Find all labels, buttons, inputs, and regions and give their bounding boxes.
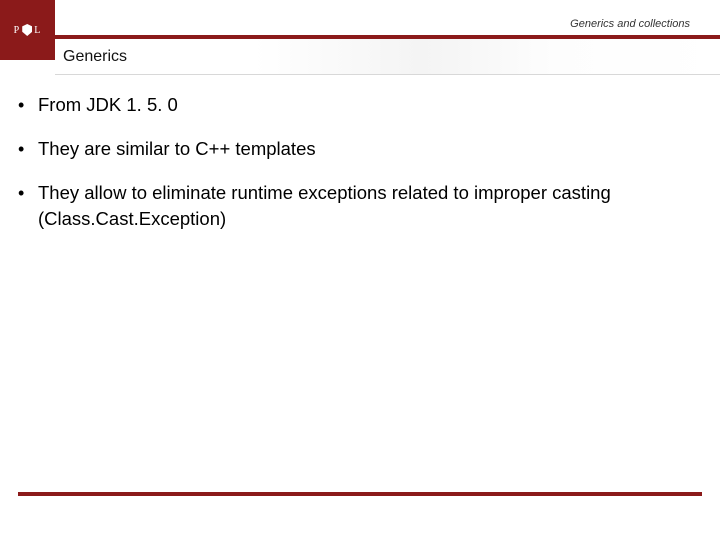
university-logo: P L xyxy=(0,0,55,60)
footer-rule xyxy=(18,492,702,496)
bullet-text: They are similar to C++ templates xyxy=(38,136,316,162)
list-item: • From JDK 1. 5. 0 xyxy=(18,92,710,118)
content: • From JDK 1. 5. 0 • They are similar to… xyxy=(18,92,710,250)
logo-letter-left: P xyxy=(14,25,21,36)
logo-inner: P L xyxy=(14,24,42,36)
logo-letter-right: L xyxy=(34,25,41,36)
bullet-icon: • xyxy=(18,136,38,162)
breadcrumb: Generics and collections xyxy=(570,18,690,30)
list-item: • They are similar to C++ templates xyxy=(18,136,710,162)
list-item: • They allow to eliminate runtime except… xyxy=(18,180,710,232)
bullet-icon: • xyxy=(18,92,38,118)
title-band: Generics xyxy=(55,39,720,75)
bullet-icon: • xyxy=(18,180,38,206)
page-title: Generics xyxy=(63,48,127,66)
slide: P L Generics and collections Generics • … xyxy=(0,0,720,540)
header: P L Generics and collections Generics xyxy=(0,0,720,80)
shield-icon xyxy=(22,24,32,36)
bullet-text: From JDK 1. 5. 0 xyxy=(38,92,178,118)
bullet-text: They allow to eliminate runtime exceptio… xyxy=(38,180,710,232)
